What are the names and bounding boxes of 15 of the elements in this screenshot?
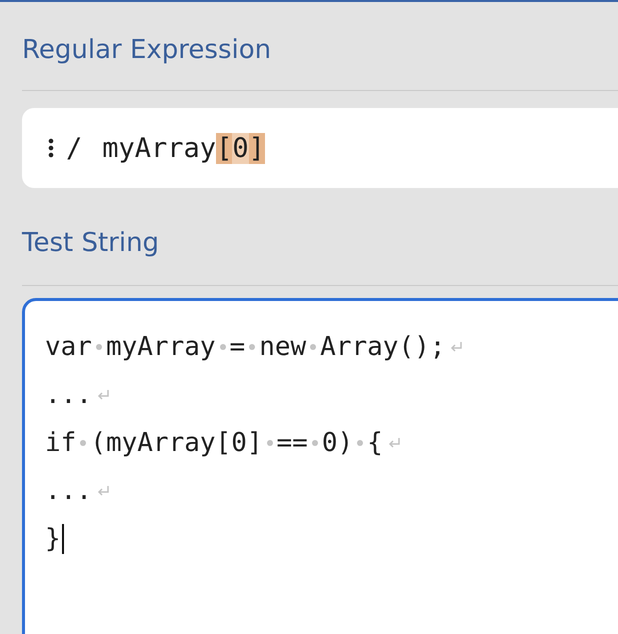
section-heading: Regular Expression (22, 34, 272, 67)
code-line: if (myArray[0] == 0) { (45, 428, 401, 458)
regex-text: myArray (102, 132, 216, 164)
code-line: } (45, 524, 61, 554)
regex-input-field[interactable]: / myArray[0] (22, 108, 618, 188)
regex-token-highlight: 0 (232, 132, 249, 164)
section-heading: Test String (22, 227, 160, 260)
more-options-icon[interactable] (48, 138, 54, 158)
code-line: ... (45, 380, 110, 410)
regex-token-highlight: ] (248, 132, 265, 164)
regex-delimiter: / (66, 132, 82, 164)
test-string-editor[interactable]: var myArray = new Array(); ... if (myArray[0] == 0) { ... } (22, 298, 618, 634)
regex-token-highlight: [ (216, 132, 232, 164)
code-line: ... (45, 476, 110, 506)
code-line: var myArray = new Array(); (45, 332, 464, 362)
